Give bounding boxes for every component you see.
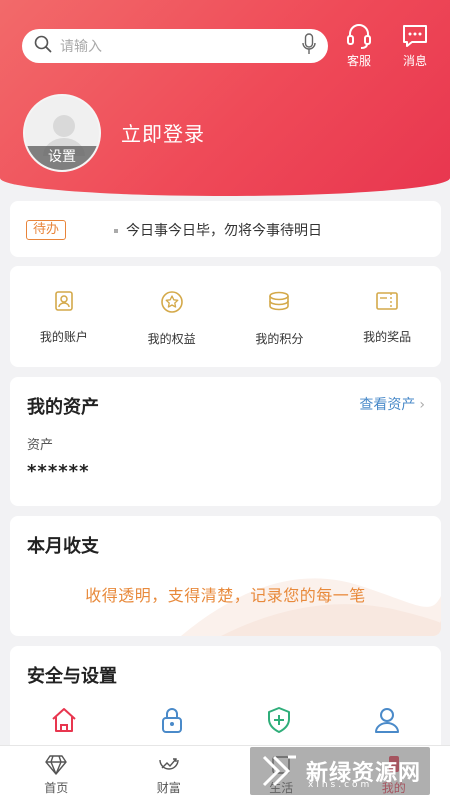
watermark-sub: xlhs.com [308, 780, 373, 790]
login-link[interactable]: 立即登录 [121, 118, 205, 147]
tab-wealth[interactable]: 财富 [113, 746, 226, 800]
quick-item-label: 我的账户 [39, 330, 88, 344]
assets-label: 资产 [27, 438, 54, 453]
wealth-icon [159, 758, 179, 770]
messages-label: 消息 [402, 54, 427, 68]
microphone-icon[interactable] [302, 33, 316, 59]
monthly-card[interactable]: 本月收支 收得透明，支得清楚，记录您的每一笔 [10, 516, 441, 636]
security-title: 安全与设置 [27, 666, 117, 687]
assets-card: 我的资产 查看资产 › 资产 ****** [10, 377, 441, 506]
rights-badge-icon [160, 291, 183, 313]
diamond-icon [45, 755, 67, 775]
security-home-button[interactable] [10, 706, 118, 734]
todo-text: 今日事今日毕，勿将今事待明日 [126, 223, 322, 239]
security-card: 安全与设置 [10, 646, 441, 758]
quick-item-label: 我的积分 [255, 332, 304, 346]
user-icon [375, 708, 400, 733]
quick-item-account[interactable]: 我的账户 [10, 266, 118, 367]
watermark-logo-icon [262, 755, 296, 787]
points-coins-icon [269, 291, 290, 311]
view-assets-link[interactable]: 查看资产 › [359, 394, 425, 414]
avatar-settings-label[interactable]: 设置 [25, 146, 99, 170]
todo-card[interactable]: 待办 今日事今日毕，勿将今事待明日 [10, 201, 441, 257]
customer-service-button[interactable]: 客服 [339, 22, 379, 69]
security-user-button[interactable] [333, 706, 441, 734]
quick-item-label: 我的奖品 [363, 330, 412, 344]
account-card-icon [55, 291, 73, 311]
prize-ticket-icon [376, 292, 398, 310]
quick-menu-card: 我的账户 我的权益 我的积分 我的奖品 [10, 266, 441, 367]
assets-value[interactable]: ****** [27, 461, 89, 482]
monthly-slogan: 收得透明，支得清楚，记录您的每一笔 [85, 586, 366, 605]
quick-item-points[interactable]: 我的积分 [226, 266, 334, 367]
watermark: 新绿资源网 xlhs.com [250, 747, 430, 795]
search-icon [34, 35, 52, 57]
shield-plus-icon [268, 707, 291, 733]
search-bar[interactable]: 请输入 [22, 29, 328, 63]
todo-tag: 待办 [26, 220, 67, 240]
tab-label: 财富 [156, 781, 181, 795]
messages-button[interactable]: 消息 [395, 22, 435, 69]
home-icon [52, 708, 76, 732]
monthly-title: 本月收支 [27, 536, 99, 557]
message-icon [403, 25, 427, 47]
chevron-right-icon: › [419, 397, 425, 413]
search-input[interactable]: 请输入 [60, 36, 302, 56]
security-lock-button[interactable] [118, 706, 226, 734]
quick-item-rights[interactable]: 我的权益 [118, 266, 226, 367]
customer-service-label: 客服 [346, 54, 371, 68]
bullet-icon [114, 229, 118, 233]
quick-item-label: 我的权益 [147, 332, 196, 346]
lock-icon [161, 708, 182, 733]
avatar[interactable]: 设置 [23, 94, 101, 172]
security-shield-button[interactable] [226, 706, 334, 734]
todo-notice: 今日事今日毕，勿将今事待明日 [114, 220, 322, 240]
quick-item-prizes[interactable]: 我的奖品 [333, 266, 441, 367]
headset-icon [347, 24, 371, 49]
view-assets-label: 查看资产 [359, 397, 416, 413]
assets-title: 我的资产 [27, 397, 99, 418]
tab-label: 首页 [44, 781, 69, 795]
tab-home[interactable]: 首页 [0, 746, 113, 800]
